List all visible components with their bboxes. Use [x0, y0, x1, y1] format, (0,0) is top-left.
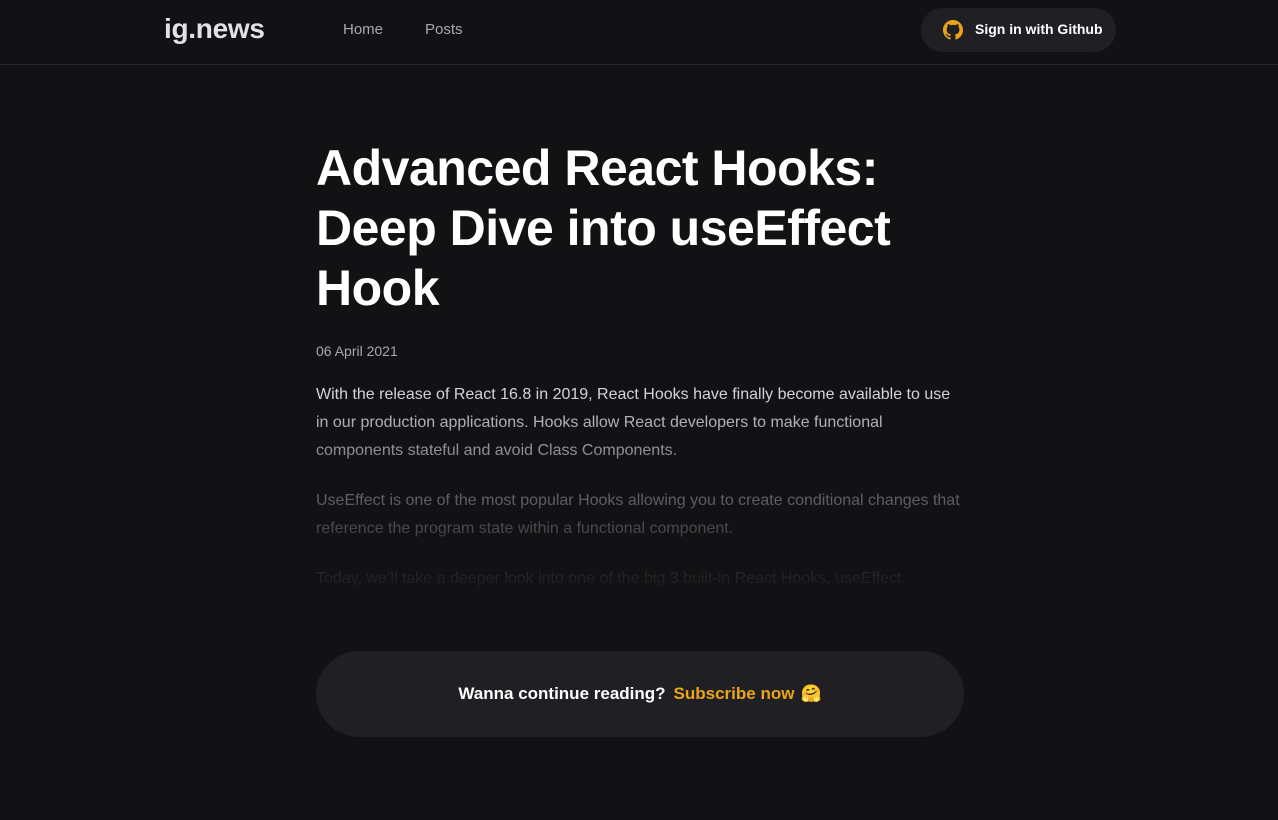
- sign-in-label: Sign in with Github: [975, 21, 1103, 37]
- post-paragraph: With the release of React 16.8 in 2019, …: [316, 386, 951, 459]
- post-date: 06 April 2021: [316, 343, 398, 359]
- top-header: ig.news Home Posts Sign in with Github: [0, 0, 1278, 65]
- continue-reading-banner: Wanna continue reading? Subscribe now 🤗: [316, 651, 964, 737]
- subscribe-now-link[interactable]: Subscribe now: [674, 684, 795, 704]
- hugging-face-emoji-icon: 🤗: [800, 684, 822, 703]
- nav-posts-link[interactable]: Posts: [425, 21, 463, 38]
- post-title: Advanced React Hooks: Deep Dive into use…: [316, 140, 891, 316]
- post-paragraph: UseEffect is one of the most popular Hoo…: [316, 492, 960, 537]
- logo[interactable]: ig.news: [164, 13, 265, 45]
- post-paragraph: Today, we’ll take a deeper look into one…: [316, 570, 906, 587]
- sign-in-github-button[interactable]: Sign in with Github: [921, 8, 1116, 52]
- post-article: Advanced React Hooks: Deep Dive into use…: [316, 138, 964, 591]
- github-icon: [943, 20, 963, 40]
- nav-home-link[interactable]: Home: [343, 21, 383, 38]
- continue-reading-text: Wanna continue reading?: [458, 684, 666, 703]
- post-preview-content: With the release of React 16.8 in 2019, …: [316, 381, 964, 591]
